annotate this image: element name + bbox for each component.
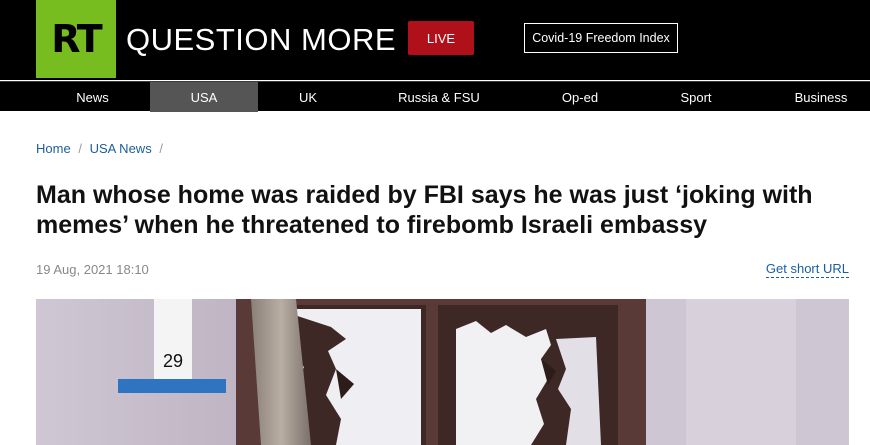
site-header: RT QUESTION MORE LIVE Covid-19 Freedom I… xyxy=(0,0,870,80)
main-nav: News USA UK Russia & FSU Op-ed Sport Bus… xyxy=(0,81,870,112)
article-hero-image: 29 xyxy=(36,299,849,445)
live-button[interactable]: LIVE xyxy=(408,21,474,55)
rt-logo[interactable]: RT xyxy=(36,0,116,78)
breadcrumb: Home / USA News / xyxy=(36,141,167,156)
nav-item-uk[interactable]: UK xyxy=(258,82,358,112)
covid-index-button[interactable]: Covid-19 Freedom Index xyxy=(524,23,678,53)
breadcrumb-separator: / xyxy=(159,141,163,156)
get-short-url-link[interactable]: Get short URL xyxy=(765,261,849,278)
nav-item-russia-fsu[interactable]: Russia & FSU xyxy=(380,82,498,112)
article-headline: Man whose home was raided by FBI says he… xyxy=(36,181,813,239)
nav-item-business[interactable]: Business xyxy=(776,82,866,112)
breadcrumb-separator: / xyxy=(78,141,82,156)
nav-item-news[interactable]: News xyxy=(36,82,149,112)
breadcrumb-home[interactable]: Home xyxy=(36,141,71,156)
site-tagline: QUESTION MORE xyxy=(126,22,397,57)
nav-item-sport[interactable]: Sport xyxy=(646,82,746,112)
logo-text: RT xyxy=(51,17,103,61)
breadcrumb-usa-news[interactable]: USA News xyxy=(90,141,152,156)
article-date: 19 Aug, 2021 18:10 xyxy=(36,262,149,277)
nav-item-usa[interactable]: USA xyxy=(150,82,258,112)
nav-item-oped[interactable]: Op-ed xyxy=(530,82,630,112)
evidence-marker-number: 29 xyxy=(163,351,183,371)
hero-photo: 29 xyxy=(36,299,849,445)
